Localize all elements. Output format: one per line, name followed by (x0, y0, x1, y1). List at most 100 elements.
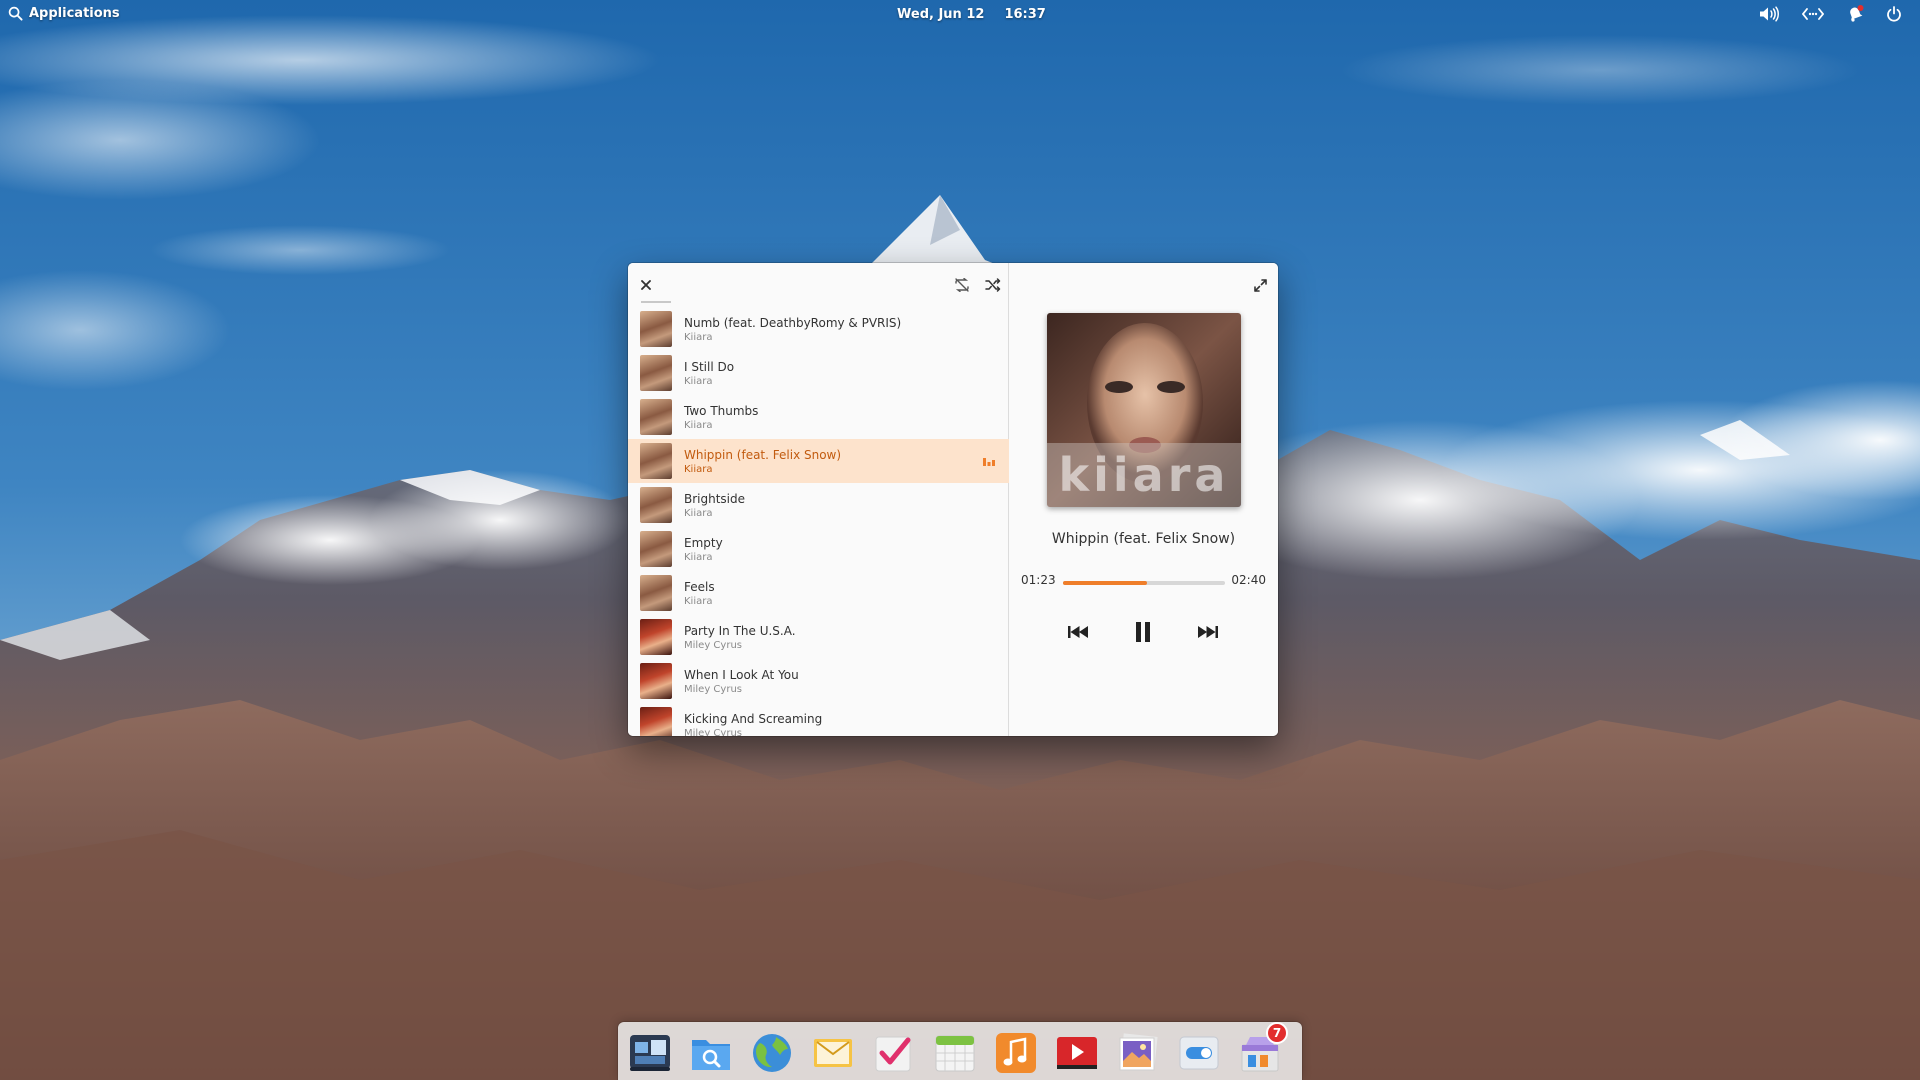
album-thumbnail (640, 575, 672, 611)
dock-calendar[interactable] (933, 1031, 977, 1075)
calendar-icon (935, 1035, 975, 1072)
tasks-icon (875, 1036, 911, 1072)
dock-web-browser[interactable] (750, 1031, 794, 1075)
mail-icon (814, 1039, 852, 1067)
now-playing-pane: kiiara Whippin (feat. Felix Snow) 01:23 … (1009, 263, 1278, 736)
track-row-9[interactable]: Kicking And Screaming Miley Cyrus (628, 703, 1009, 736)
pause-icon (1136, 622, 1150, 642)
track-title: Kicking And Screaming (684, 711, 823, 726)
dock-tasks[interactable] (872, 1031, 916, 1075)
track-artist: Kiiara (684, 551, 713, 563)
dock-mail[interactable] (811, 1031, 855, 1075)
track-artist: Kiiara (684, 595, 713, 607)
track-title: Empty (684, 535, 723, 550)
dock-music[interactable] (994, 1031, 1038, 1075)
album-thumbnail (640, 355, 672, 391)
top-panel: Applications Wed, Jun 12 16:37 (0, 0, 1920, 30)
track-title: Feels (684, 579, 715, 594)
applications-menu[interactable]: Applications (8, 6, 120, 21)
album-art-title: kiiara (1059, 448, 1230, 502)
applications-label: Applications (29, 6, 120, 21)
videos-icon (1057, 1037, 1097, 1069)
dock-files[interactable] (689, 1031, 733, 1075)
repeat-off-icon (955, 278, 969, 292)
dock: 7 (618, 1022, 1302, 1080)
now-playing-icon (983, 458, 995, 466)
seek-timeline: 01:23 02:40 (1009, 573, 1278, 593)
seek-bar[interactable] (1063, 581, 1225, 585)
track-row-2[interactable]: Two Thumbs Kiiara (628, 395, 1009, 439)
fullscreen-button[interactable] (1248, 273, 1272, 297)
track-artist: Kiiara (684, 375, 713, 387)
track-row-6[interactable]: Feels Kiiara (628, 571, 1009, 615)
album-art: kiiara (1047, 313, 1241, 507)
album-thumbnail (640, 663, 672, 699)
web-browser-icon (753, 1034, 791, 1072)
track-title: I Still Do (684, 359, 735, 374)
dock-photos[interactable] (1116, 1031, 1160, 1075)
album-thumbnail (640, 311, 672, 347)
album-thumbnail (640, 707, 672, 736)
dock-appcenter[interactable]: 7 (1238, 1022, 1288, 1075)
photos-icon (1119, 1033, 1158, 1071)
network-icon[interactable] (1802, 7, 1824, 21)
date-label: Wed, Jun 12 (897, 7, 985, 22)
duration-time: 02:40 (1231, 573, 1266, 587)
now-playing-title: Whippin (feat. Felix Snow) (1051, 531, 1236, 547)
playlist-headerbar (628, 263, 1008, 307)
fullscreen-icon (1253, 278, 1267, 292)
datetime-indicator[interactable]: Wed, Jun 12 16:37 (897, 7, 1046, 22)
previous-button[interactable] (1063, 617, 1093, 647)
album-thumbnail (640, 443, 672, 479)
track-title: Party In The U.S.A. (684, 623, 796, 638)
music-icon (996, 1033, 1036, 1073)
music-window: Numb (feat. DeathbyRomy & PVRIS) Kiiara I… (628, 263, 1278, 736)
power-icon[interactable] (1886, 5, 1902, 22)
track-row-0[interactable]: Numb (feat. DeathbyRomy & PVRIS) Kiiara (628, 307, 1009, 351)
track-row-7[interactable]: Party In The U.S.A. Miley Cyrus (628, 615, 1009, 659)
search-icon (8, 6, 23, 21)
track-row-1[interactable]: I Still Do Kiiara (628, 351, 1009, 395)
track-title: Two Thumbs (684, 403, 759, 418)
track-title: Numb (feat. DeathbyRomy & PVRIS) (684, 315, 902, 330)
track-artist: Kiiara (684, 507, 713, 519)
track-artist: Kiiara (684, 463, 713, 475)
track-row-3-playing[interactable]: Whippin (feat. Felix Snow) Kiiara (628, 439, 1009, 483)
close-icon (641, 280, 651, 290)
track-title: Whippin (feat. Felix Snow) (684, 447, 842, 462)
album-thumbnail (640, 487, 672, 523)
playlist-pane: Numb (feat. DeathbyRomy & PVRIS) Kiiara I… (628, 263, 1009, 736)
repeat-button[interactable] (950, 273, 974, 297)
album-thumbnail (640, 619, 672, 655)
skip-previous-icon (1068, 626, 1088, 638)
dock-system-settings[interactable] (1177, 1031, 1221, 1075)
notifications-icon[interactable] (1846, 5, 1864, 22)
track-artist: Miley Cyrus (684, 683, 742, 695)
shuffle-icon (985, 278, 1001, 292)
seek-bar-fill (1063, 581, 1148, 585)
track-artist: Kiiara (684, 331, 713, 343)
track-artist: Miley Cyrus (684, 727, 742, 737)
dock-videos[interactable] (1055, 1031, 1099, 1075)
next-button[interactable] (1193, 617, 1223, 647)
volume-icon[interactable] (1758, 5, 1780, 22)
system-tray (1758, 5, 1902, 22)
track-row-4[interactable]: Brightside Kiiara (628, 483, 1009, 527)
current-time: 01:23 (1021, 573, 1056, 587)
playlist-tab-indicator (641, 301, 671, 303)
close-button[interactable] (634, 273, 658, 297)
pause-button[interactable] (1128, 617, 1158, 647)
album-thumbnail (640, 399, 672, 435)
playback-controls (1009, 617, 1278, 647)
track-artist: Kiiara (684, 419, 713, 431)
dock-multitasking-view[interactable] (628, 1031, 672, 1075)
shuffle-button[interactable] (981, 273, 1005, 297)
system-settings-icon (1179, 1036, 1219, 1070)
skip-next-icon (1198, 626, 1218, 638)
track-row-8[interactable]: When I Look At You Miley Cyrus (628, 659, 1009, 703)
updates-badge: 7 (1266, 1022, 1288, 1044)
playlist: Numb (feat. DeathbyRomy & PVRIS) Kiiara I… (628, 307, 1009, 736)
multitasking-view-icon (630, 1035, 670, 1071)
track-row-5[interactable]: Empty Kiiara (628, 527, 1009, 571)
track-title: Brightside (684, 491, 746, 506)
